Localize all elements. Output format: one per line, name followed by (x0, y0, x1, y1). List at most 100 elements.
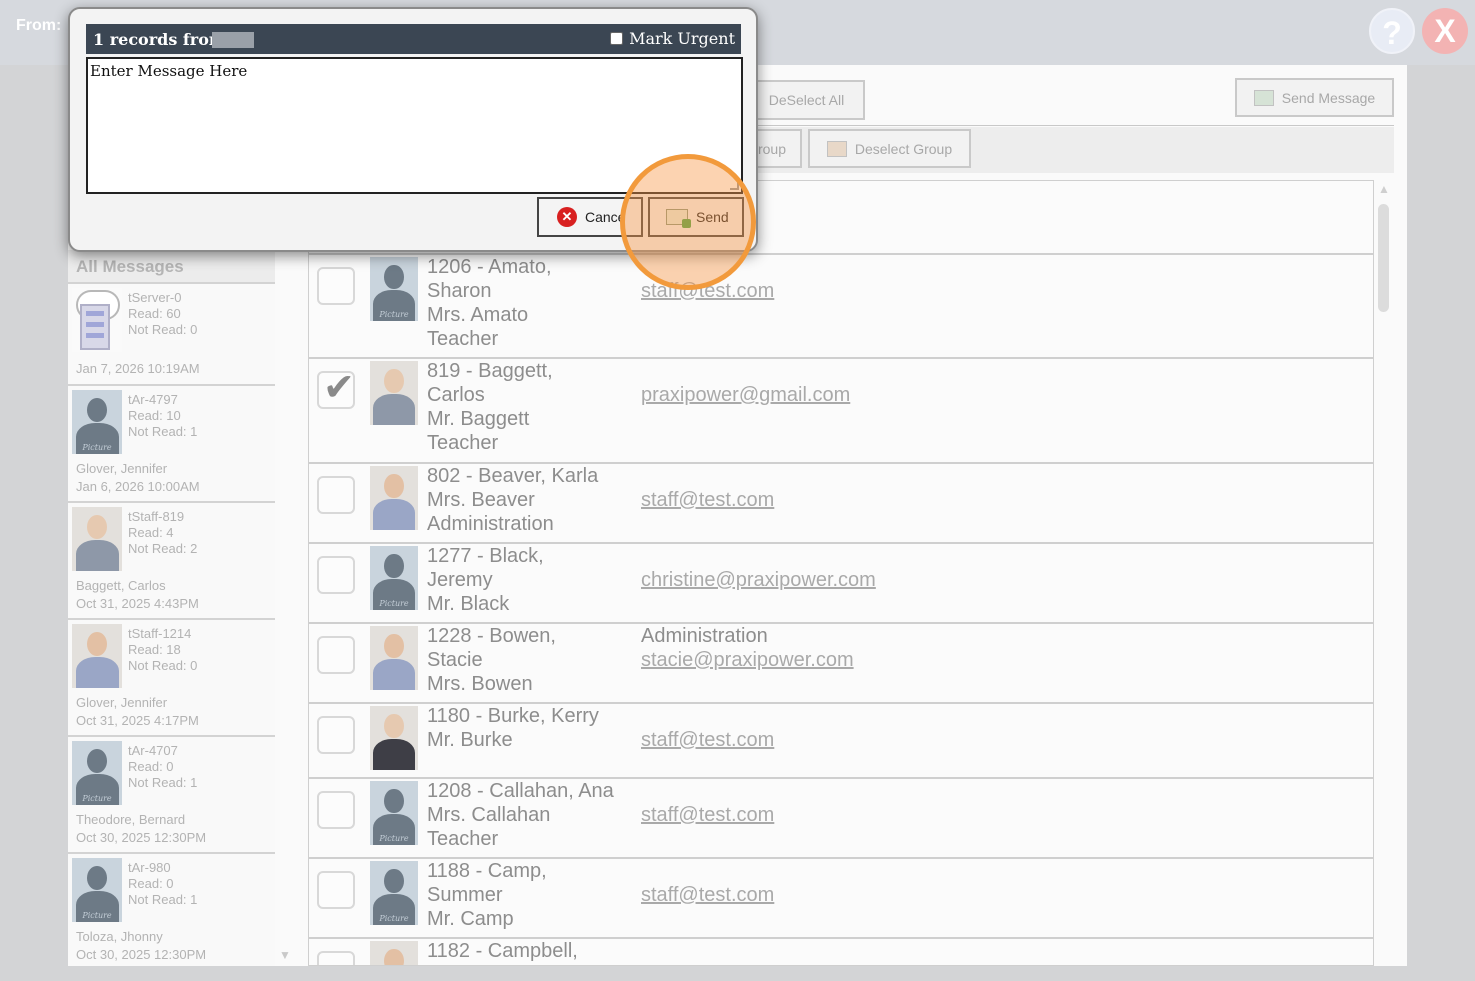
recipient-line: Mr. Black (427, 593, 510, 615)
message-sender-name: Glover, Jennifer (76, 695, 168, 710)
recipient-checkbox[interactable] (317, 476, 355, 514)
message-item[interactable]: Picture tAr-4707 Read: 0 Not Read: 1 Theodor… (68, 737, 275, 854)
recipient-checkbox[interactable] (317, 636, 355, 674)
message-read: Read: 18 (128, 642, 181, 657)
picture-placeholder-icon: Picture (370, 781, 418, 845)
recipient-line: Mrs. Callahan (427, 804, 551, 826)
profile-photo (370, 626, 418, 690)
recipient-line: Mr. Baggett (427, 408, 530, 430)
picture-caption: Picture (379, 310, 409, 319)
message-sender-name: Baggett, Carlos (76, 578, 166, 593)
message-textarea[interactable]: Enter Message Here (86, 57, 743, 194)
message-item[interactable]: tStaff-819 Read: 4 Not Read: 2 Baggett, Car… (68, 503, 275, 620)
message-item[interactable]: tServer-0 Read: 60 Not Read: 0 Jan 7, 2026 … (68, 284, 275, 386)
recipient-row[interactable]: 802 - Beaver, Karla Mrs. Beaver Administra… (309, 464, 1373, 544)
scroll-up-icon[interactable]: ▲ (1378, 182, 1390, 196)
deselect-all-button[interactable]: DeSelect All (748, 80, 865, 120)
mark-urgent-toggle[interactable]: Mark Urgent (610, 29, 735, 48)
message-id: tServer-0 (128, 290, 182, 305)
recipient-row[interactable]: 1180 - Burke, Kerry Mr. Burke staff@test.c… (309, 704, 1373, 779)
recipient-email-link[interactable]: praxipower@gmail.com (641, 383, 850, 407)
recipient-checkbox[interactable] (317, 267, 355, 305)
dialog-title: 1 records from (93, 30, 226, 49)
deselect-all-label: DeSelect All (768, 92, 845, 108)
send-button[interactable]: Send (648, 197, 744, 237)
recipient-email-link[interactable]: christine@praxipower.com (641, 568, 876, 592)
mark-urgent-checkbox[interactable] (610, 32, 624, 45)
recipient-info: 1180 - Burke, Kerry Mr. Burke (427, 704, 637, 752)
recipient-row[interactable]: Picture 1206 - Amato, Sharon Mrs. Amato Teac… (309, 255, 1373, 359)
profile-photo (370, 941, 418, 965)
scrollbar-thumb[interactable] (1378, 204, 1389, 312)
send-message-button[interactable]: Send Message (1235, 78, 1394, 117)
deselect-group-button[interactable]: Deselect Group (808, 129, 971, 168)
profile-photo (370, 466, 418, 530)
recipient-row[interactable]: 819 - Baggett,CarlosMr. BaggettTeacherpr… (309, 359, 1373, 464)
recipient-row[interactable]: Picture 1208 - Callahan, Ana Mrs. Callahan… (309, 779, 1373, 859)
recipient-email-link[interactable]: stacie@praxipower.com (641, 648, 854, 672)
recipient-row[interactable]: 1182 - Campbell, (309, 939, 1373, 965)
message-id: tAr-4797 (128, 392, 178, 407)
picture-placeholder-icon: Picture (72, 858, 122, 922)
recipient-checkbox[interactable] (317, 716, 355, 754)
scroll-down-icon[interactable]: ▼ (279, 948, 291, 962)
recipient-email-link[interactable]: staff@test.com (641, 728, 774, 752)
recipient-info: 1208 - Callahan, Ana Mrs. Callahan Teacher (427, 779, 637, 851)
recipient-info: 1206 - Amato, Sharon Mrs. Amato Teacher (427, 255, 637, 351)
recipient-line: 1188 - Camp, (427, 860, 547, 882)
message-item[interactable]: tStaff-1214 Read: 18 Not Read: 0 Glover, Je… (68, 620, 275, 737)
send-mail-icon (666, 209, 691, 228)
help-button[interactable]: ? (1369, 8, 1415, 54)
recipient-email-link[interactable]: staff@test.com (641, 883, 774, 907)
recipient-line: Mr. Burke (427, 729, 513, 751)
message-not-read: Not Read: 0 (128, 322, 198, 337)
message-item[interactable]: Picture tAr-980 Read: 0 Not Read: 1 Toloza, … (68, 854, 275, 970)
server-icon (72, 288, 122, 352)
compose-dialog: 1 records from Mark Urgent Enter Message… (68, 7, 758, 252)
close-button[interactable]: X (1422, 8, 1468, 54)
recipient-line: Teacher (427, 828, 499, 850)
cancel-button[interactable]: ✕ Cance (537, 197, 643, 237)
recipient-line: 1228 - Bowen, (427, 625, 556, 647)
recipient-info: 1277 - Black, Jeremy Mr. Black (427, 544, 637, 616)
recipient-row[interactable]: Picture 1188 - Camp, Summer Mr. Camp staff@t… (309, 859, 1373, 939)
recipient-checkbox[interactable] (317, 556, 355, 594)
recipient-row[interactable]: Picture 1277 - Black, Jeremy Mr. Black chris… (309, 544, 1373, 624)
message-footer: Toloza, Jhonny Oct 30, 2025 12:30PM (76, 928, 206, 964)
recipient-email-link[interactable]: staff@test.com (641, 803, 774, 827)
message-sender-name: Theodore, Bernard (76, 812, 186, 827)
message-stats: tStaff-1214 Read: 18 Not Read: 0 (128, 626, 197, 674)
recipient-avatar (370, 361, 418, 425)
recipient-line: 1206 - Amato, (427, 256, 552, 278)
message-stats: tStaff-819 Read: 4 Not Read: 2 (128, 509, 197, 557)
message-item[interactable]: Picture tAr-4797 Read: 10 Not Read: 1 Glover… (68, 386, 275, 503)
deselect-group-label: Deselect Group (854, 140, 953, 157)
message-footer: Theodore, Bernard Oct 30, 2025 12:30PM (76, 811, 206, 847)
recipient-row[interactable]: 1228 - Bowen, Stacie Mrs. Bowen Administrat… (309, 624, 1373, 704)
recipient-avatar (370, 626, 418, 690)
send-label: Send (696, 209, 729, 225)
picture-placeholder-icon: Picture (370, 257, 418, 321)
recipient-checkbox-checked[interactable] (317, 365, 355, 410)
picture-caption: Picture (82, 794, 112, 803)
message-date: Jan 6, 2026 10:00AM (76, 479, 200, 494)
recipient-info: 819 - Baggett, Carlos Mr. Baggett Teacher (427, 359, 637, 455)
recipient-email-link[interactable]: staff@test.com (641, 488, 774, 512)
recipient-line: 1182 - Campbell, (427, 940, 578, 962)
messages-pane: All Messages tServer-0 Read: 60 Not Read: … (68, 250, 275, 970)
picture-placeholder-icon: Picture (72, 390, 122, 454)
recipient-checkbox[interactable] (317, 871, 355, 909)
picture-caption: Picture (379, 834, 409, 843)
resize-grip-icon[interactable] (730, 181, 739, 190)
message-not-read: Not Read: 1 (128, 775, 198, 790)
picture-placeholder-icon: Picture (370, 861, 418, 925)
recipient-line: Teacher (427, 432, 499, 454)
recipient-checkbox[interactable] (317, 951, 355, 965)
mark-urgent-label: Mark Urgent (629, 29, 735, 48)
profile-photo (370, 361, 418, 425)
recipient-email-link[interactable]: staff@test.com (641, 279, 774, 303)
recipient-checkbox[interactable] (317, 791, 355, 829)
recipient-line: Administration (427, 513, 554, 535)
message-date: Oct 30, 2025 12:30PM (76, 830, 207, 845)
list-scrollbar[interactable]: ▲ (1378, 182, 1390, 966)
